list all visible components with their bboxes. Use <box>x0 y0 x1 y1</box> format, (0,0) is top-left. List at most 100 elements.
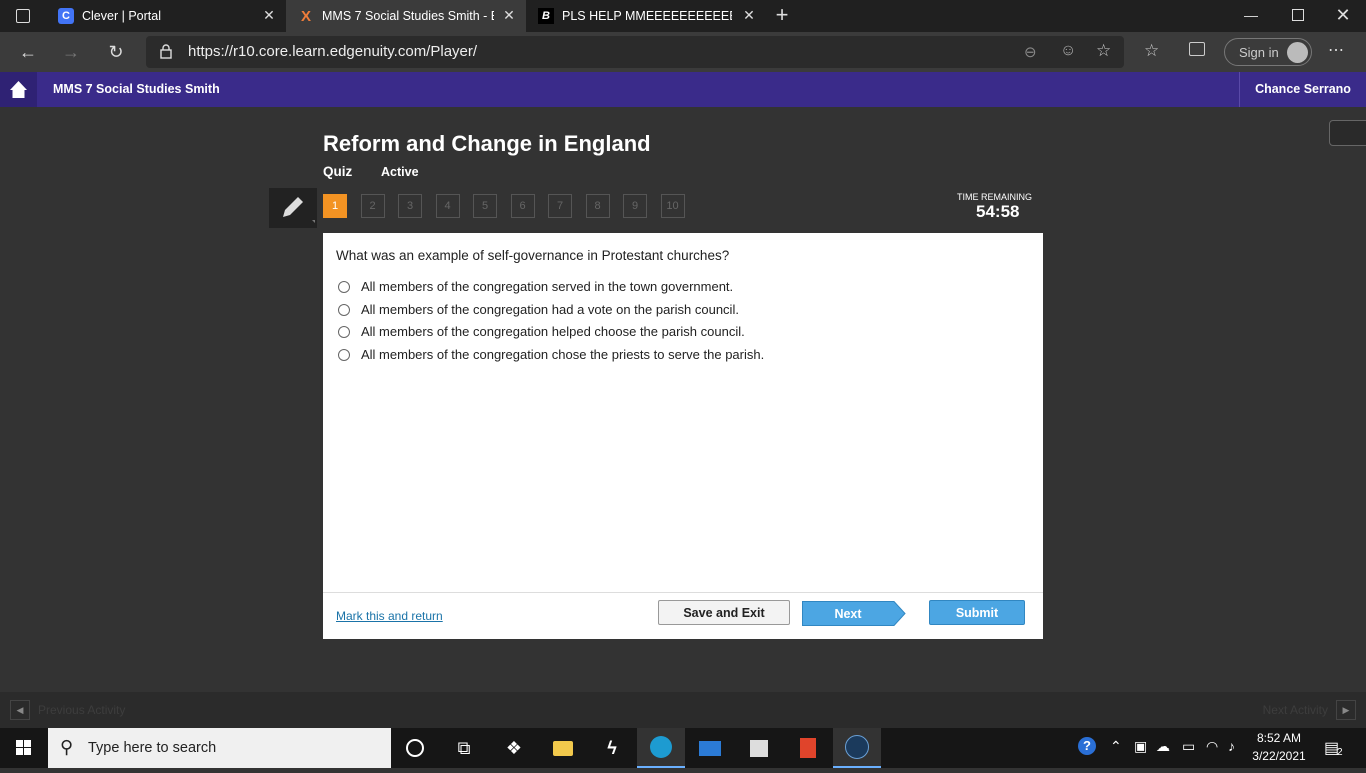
tab-title: PLS HELP MMEEEEEEEEEEE - Brai <box>562 9 732 23</box>
question-number-3[interactable]: 3 <box>398 194 422 218</box>
zoom-out-icon[interactable]: ⊖ <box>1024 43 1037 61</box>
activity-type: Quiz <box>323 164 353 179</box>
cortana-icon[interactable] <box>391 728 439 768</box>
taskbar-search[interactable]: ⚲ Type here to search <box>48 728 391 768</box>
tab-actions-icon[interactable] <box>16 9 30 23</box>
question-number-1[interactable]: 1 <box>323 194 347 218</box>
minimize-icon[interactable]: — <box>1234 0 1268 32</box>
clock-date[interactable]: 3/22/2021 <box>1252 749 1306 763</box>
sign-in-button[interactable]: Sign in <box>1224 38 1312 66</box>
forward-icon[interactable]: → <box>59 40 83 64</box>
store-icon[interactable] <box>735 728 783 768</box>
chevron-up-icon[interactable]: ⌃ <box>1110 738 1122 755</box>
user-name[interactable]: Chance Serrano <box>1239 72 1366 107</box>
next-button[interactable]: Next <box>802 601 906 626</box>
radio-button[interactable] <box>338 325 350 338</box>
mark-and-return-link[interactable]: Mark this and return <box>336 609 443 623</box>
steam-icon[interactable] <box>833 728 881 768</box>
refresh-icon[interactable]: ↻ <box>104 40 128 64</box>
answer-text: All members of the congregation had a vo… <box>361 302 739 317</box>
start-button[interactable] <box>0 728 48 768</box>
question-number-6[interactable]: 6 <box>510 194 535 218</box>
activity-status: Active <box>381 165 419 179</box>
browser-toolbar: ← → ↻ https://r10.core.learn.edgenuity.c… <box>0 32 1366 72</box>
new-tab-icon[interactable]: + <box>772 4 792 28</box>
answer-text: All members of the congregation served i… <box>361 279 734 294</box>
battery-icon[interactable]: ▭ <box>1182 738 1195 755</box>
add-favorite-icon[interactable]: ☆ <box>1096 41 1111 61</box>
submit-button[interactable]: Submit <box>929 600 1025 625</box>
close-window-icon[interactable]: ✕ <box>1326 0 1360 32</box>
close-tab-icon[interactable]: ✕ <box>742 8 756 22</box>
restore-icon[interactable] <box>1280 0 1314 32</box>
search-placeholder: Type here to search <box>88 740 217 756</box>
next-activity-label: Next Activity <box>1262 703 1328 717</box>
radio-button[interactable] <box>338 348 350 361</box>
notification-count: 2 <box>1337 747 1343 758</box>
app-icon[interactable]: ϟ <box>588 728 636 768</box>
lesson-title: Reform and Change in England <box>323 131 651 156</box>
favorites-icon[interactable]: ☆ <box>1144 41 1159 61</box>
time-remaining-value: 54:58 <box>976 202 1020 221</box>
answer-text: All members of the congregation chose th… <box>361 347 765 362</box>
question-number-5[interactable]: 5 <box>473 194 497 218</box>
pencil-tool-button[interactable] <box>269 188 317 228</box>
brainly-favicon-icon: B <box>538 8 554 24</box>
tab-title: Clever | Portal <box>82 9 161 23</box>
meet-now-icon[interactable]: ▣ <box>1134 738 1147 755</box>
tracking-icon[interactable]: ☺ <box>1060 42 1076 60</box>
question-number-7[interactable]: 7 <box>548 194 572 218</box>
search-icon: ⚲ <box>60 737 74 757</box>
mail-icon[interactable] <box>686 728 734 768</box>
windows-icon <box>16 740 31 755</box>
avatar-icon <box>1287 42 1308 63</box>
url-text: https://r10.core.learn.edgenuity.com/Pla… <box>188 43 478 60</box>
activity-navigation: ◀ Previous Activity Next Activity ▶ <box>0 692 1366 728</box>
wifi-icon[interactable]: ◠ <box>1206 738 1218 755</box>
task-view-icon[interactable]: ⧉ <box>440 728 488 768</box>
sign-in-label: Sign in <box>1239 45 1279 60</box>
next-activity-button[interactable]: Next Activity ▶ <box>1263 700 1356 720</box>
close-tab-icon[interactable]: ✕ <box>502 8 516 22</box>
close-tab-icon[interactable]: ✕ <box>262 8 276 22</box>
back-icon[interactable]: ← <box>16 40 40 64</box>
clock-time[interactable]: 8:52 AM <box>1256 731 1302 745</box>
question-text: What was an example of self-governance i… <box>336 248 730 263</box>
more-icon[interactable]: ⋯ <box>1328 40 1344 60</box>
course-header: MMS 7 Social Studies Smith Chance Serran… <box>0 72 1366 107</box>
browser-tab-bar: C Clever | Portal ✕ X MMS 7 Social Studi… <box>0 0 1366 32</box>
next-label: Next <box>834 607 862 621</box>
tab-edgenuity[interactable]: X MMS 7 Social Studies Smith - Ed ✕ <box>286 0 526 32</box>
side-panel-toggle[interactable] <box>1329 120 1366 146</box>
edge-icon[interactable] <box>637 728 685 768</box>
address-bar[interactable]: https://r10.core.learn.edgenuity.com/Pla… <box>146 36 1124 68</box>
question-number-9[interactable]: 9 <box>623 194 647 218</box>
volume-icon[interactable]: ♪ <box>1228 738 1235 754</box>
arrow-left-icon: ◀ <box>10 700 30 720</box>
question-footer: Mark this and return Save and Exit Next … <box>323 592 1043 639</box>
answer-option[interactable]: All members of the congregation served i… <box>338 279 733 294</box>
question-number-2[interactable]: 2 <box>360 194 385 218</box>
save-and-exit-button[interactable]: Save and Exit <box>658 600 790 625</box>
answer-option[interactable]: All members of the congregation helped c… <box>338 324 745 339</box>
radio-button[interactable] <box>338 280 350 293</box>
collections-icon[interactable] <box>1189 42 1205 56</box>
previous-activity-button[interactable]: ◀ Previous Activity <box>10 700 125 720</box>
help-icon[interactable]: ? <box>1078 737 1096 755</box>
office-icon[interactable] <box>784 728 832 768</box>
answer-text: All members of the congregation helped c… <box>361 324 745 339</box>
answer-option[interactable]: All members of the congregation had a vo… <box>338 302 739 317</box>
tab-brainly[interactable]: B PLS HELP MMEEEEEEEEEEE - Brai ✕ <box>526 0 766 32</box>
question-number-8[interactable]: 8 <box>585 194 610 218</box>
answer-option[interactable]: All members of the congregation chose th… <box>338 347 764 362</box>
dropbox-icon[interactable]: ❖ <box>490 728 538 768</box>
time-remaining-label: TIME REMAINING <box>957 192 1033 202</box>
question-number-4[interactable]: 4 <box>435 194 460 218</box>
file-explorer-icon[interactable] <box>539 728 587 768</box>
home-button[interactable] <box>0 72 37 107</box>
tab-clever[interactable]: C Clever | Portal ✕ <box>46 0 286 32</box>
previous-activity-label: Previous Activity <box>38 703 126 717</box>
question-number-10[interactable]: 10 <box>660 194 685 218</box>
onedrive-icon[interactable]: ☁ <box>1156 738 1170 755</box>
radio-button[interactable] <box>338 303 350 316</box>
